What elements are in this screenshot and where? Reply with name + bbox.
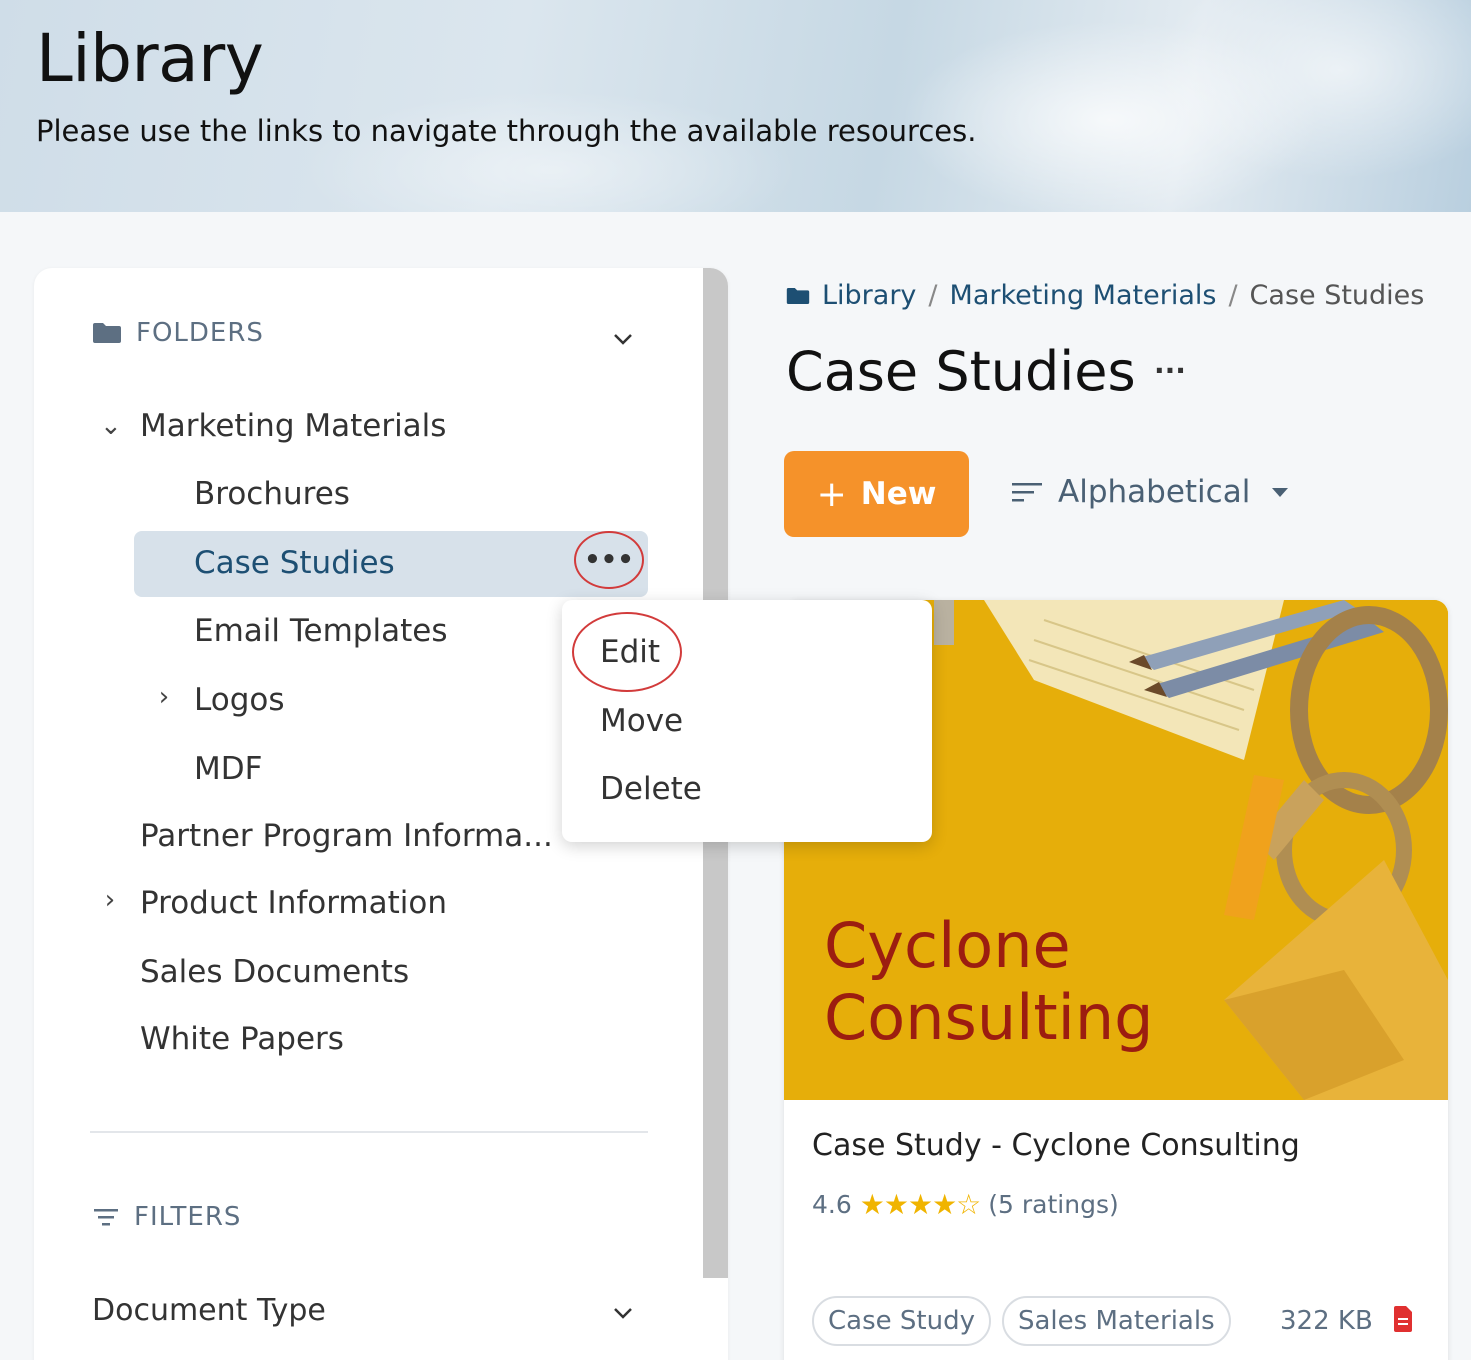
breadcrumb-separator: / — [928, 280, 938, 311]
menu-item-delete[interactable]: Delete — [600, 771, 702, 807]
menu-item-move[interactable]: Move — [600, 703, 683, 739]
divider — [90, 1131, 648, 1133]
new-button-label: New — [860, 476, 937, 512]
chevron-down-icon[interactable] — [612, 1302, 634, 1324]
sidebar-item-brochures[interactable]: Brochures — [194, 476, 350, 512]
sort-label: Alphabetical — [1058, 474, 1251, 510]
filter-document-type[interactable]: Document Type — [92, 1293, 326, 1328]
hero-banner: Library Please use the links to navigate… — [0, 0, 1471, 212]
folder-icon — [93, 323, 121, 343]
file-size: 322 KB — [1280, 1306, 1373, 1336]
sidebar-item-white-papers[interactable]: White Papers — [140, 1021, 344, 1057]
cloud-decoration — [300, 90, 800, 212]
rating-count: (5 ratings) — [988, 1190, 1119, 1219]
sort-dropdown[interactable]: Alphabetical — [1010, 474, 1289, 510]
sidebar-item-product-information[interactable]: Product Information — [140, 885, 447, 921]
card-thumbnail-text: Cyclone Consulting — [824, 910, 1154, 1054]
caret-down-icon — [1272, 487, 1289, 497]
thumbnail-text-line: Consulting — [824, 981, 1154, 1054]
sidebar-item-marketing-materials[interactable]: Marketing Materials — [140, 408, 446, 444]
filter-icon — [94, 1209, 118, 1226]
folder-icon — [786, 287, 810, 304]
sidebar-item-partner-program[interactable]: Partner Program Informa... — [140, 818, 553, 854]
sidebar-item-case-studies[interactable]: Case Studies — [194, 545, 395, 581]
sidebar-item-mdf[interactable]: MDF — [194, 751, 262, 787]
folders-header[interactable]: FOLDERS — [92, 318, 264, 348]
thumbnail-text-line: Cyclone — [824, 909, 1071, 982]
breadcrumb-current: Case Studies — [1249, 280, 1425, 311]
pdf-file-icon — [1394, 1306, 1412, 1332]
breadcrumb-marketing-materials[interactable]: Marketing Materials — [950, 280, 1217, 311]
breadcrumb-separator: / — [1228, 280, 1238, 311]
sidebar-item-logos[interactable]: Logos — [194, 682, 285, 718]
filters-header: FILTERS — [92, 1202, 241, 1232]
plus-icon: + — [816, 473, 847, 515]
context-menu: Edit Move Delete — [562, 600, 932, 842]
sort-icon — [1012, 483, 1042, 502]
more-options-button[interactable]: ••• — [574, 531, 644, 589]
new-button[interactable]: + New — [784, 451, 969, 537]
more-dots-icon: ••• — [584, 545, 634, 575]
page-title: Case Studies — [786, 340, 1136, 403]
folders-label: FOLDERS — [136, 318, 264, 348]
page-header-subtitle: Please use the links to navigate through… — [36, 114, 977, 148]
title-more-button[interactable]: ··· — [1154, 354, 1186, 387]
chevron-down-icon[interactable] — [612, 328, 634, 350]
menu-item-edit[interactable]: Edit — [600, 634, 660, 670]
chevron-down-icon[interactable]: ⌄ — [100, 411, 122, 441]
filters-label: FILTERS — [134, 1202, 242, 1232]
tag-sales-materials[interactable]: Sales Materials — [1002, 1296, 1231, 1346]
breadcrumb-library[interactable]: Library — [822, 280, 916, 311]
rating-row: 4.6 ★★★★☆ (5 ratings) — [812, 1188, 1119, 1221]
tag-case-study[interactable]: Case Study — [812, 1296, 991, 1346]
sidebar-item-sales-documents[interactable]: Sales Documents — [140, 954, 409, 990]
sidebar-item-email-templates[interactable]: Email Templates — [194, 613, 447, 649]
chevron-right-icon[interactable]: › — [100, 885, 120, 915]
page-header-title: Library — [36, 20, 264, 97]
breadcrumb: Library / Marketing Materials / Case Stu… — [786, 280, 1424, 311]
star-rating-icon: ★★★★☆ — [859, 1188, 982, 1221]
rating-value: 4.6 — [812, 1190, 852, 1219]
card-title[interactable]: Case Study - Cyclone Consulting — [812, 1128, 1300, 1163]
chevron-right-icon[interactable]: › — [154, 682, 174, 712]
